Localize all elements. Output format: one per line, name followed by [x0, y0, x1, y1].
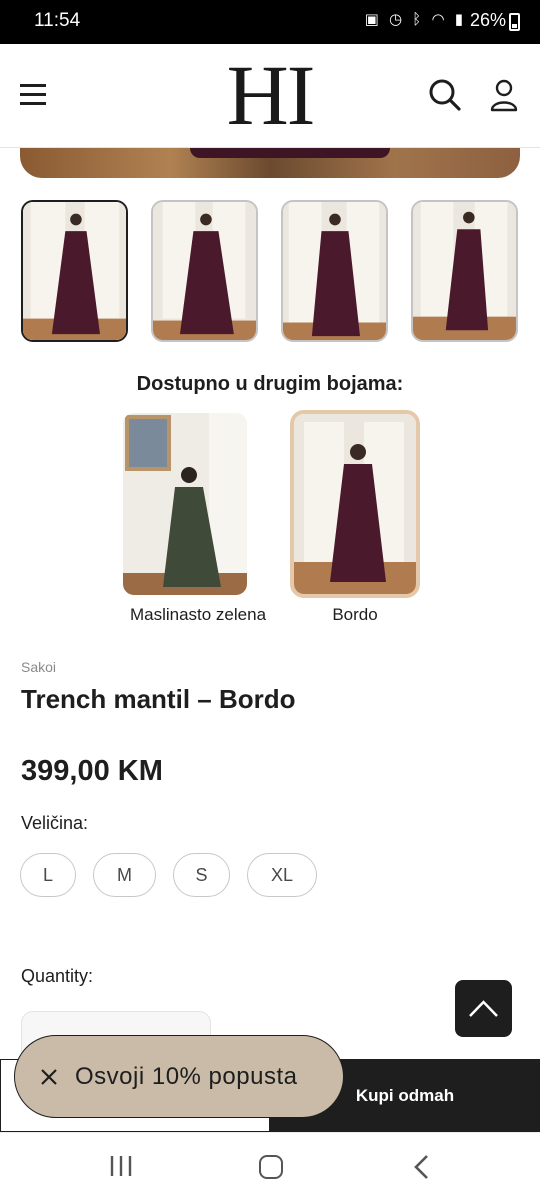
wifi-icon: ◠ [431, 11, 448, 28]
size-label: Veličina: [21, 813, 89, 833]
close-icon[interactable] [37, 1065, 61, 1089]
status-bar: 11:54 ▣ ◷ ᛒ ◠ ▮ 26% [0, 0, 540, 44]
color-label-bordo: Bordo [332, 605, 378, 624]
color-swatch-bordo[interactable] [290, 410, 420, 598]
alarm-icon: ◷ [389, 11, 406, 28]
search-icon[interactable] [428, 78, 462, 112]
menu-icon[interactable] [20, 84, 48, 106]
size-option-m[interactable]: M [93, 853, 156, 897]
size-option-l[interactable]: L [20, 853, 76, 897]
promo-banner[interactable]: Osvoji 10% popusta [14, 1035, 344, 1118]
system-nav-bar [0, 1132, 540, 1200]
size-option-s[interactable]: S [173, 853, 230, 897]
battery-level: 26% [469, 10, 506, 30]
status-icons: ▣ ◷ ᛒ ◠ ▮ [365, 10, 466, 28]
product-price: 399,00 KM [21, 755, 163, 787]
thumbnail-4[interactable] [411, 200, 518, 342]
battery-icon [509, 13, 520, 31]
product-category[interactable]: Sakoi [21, 659, 56, 675]
promo-text: Osvoji 10% popusta [75, 1063, 298, 1090]
home-icon[interactable] [259, 1155, 283, 1179]
header: HI [0, 44, 540, 148]
thumbnail-1[interactable] [21, 200, 128, 342]
logo[interactable]: HI [218, 52, 322, 138]
back-icon[interactable] [412, 1154, 432, 1180]
bluetooth-icon: ᛒ [412, 11, 425, 28]
quantity-label: Quantity: [21, 966, 94, 986]
size-option-xl[interactable]: XL [247, 853, 317, 897]
thumbnail-2[interactable] [151, 200, 258, 342]
other-colors-title: Dostupno u drugim bojama: [136, 373, 404, 395]
scroll-to-top-button[interactable] [455, 980, 512, 1037]
chevron-up-icon [469, 1000, 498, 1017]
account-icon[interactable] [488, 78, 520, 112]
photo-icon: ▣ [364, 11, 382, 28]
color-swatch-green[interactable] [120, 410, 250, 598]
color-label-green: Maslinasto zelena [129, 605, 267, 624]
main-product-image[interactable] [20, 148, 520, 178]
thumbnail-3[interactable] [281, 200, 388, 342]
product-title: Trench mantil – Bordo [21, 684, 296, 714]
thumbnail-gallery [21, 200, 521, 342]
signal-icon: ▮ [454, 11, 466, 28]
status-time: 11:54 [34, 10, 81, 31]
recent-apps-icon[interactable] [109, 1155, 133, 1177]
